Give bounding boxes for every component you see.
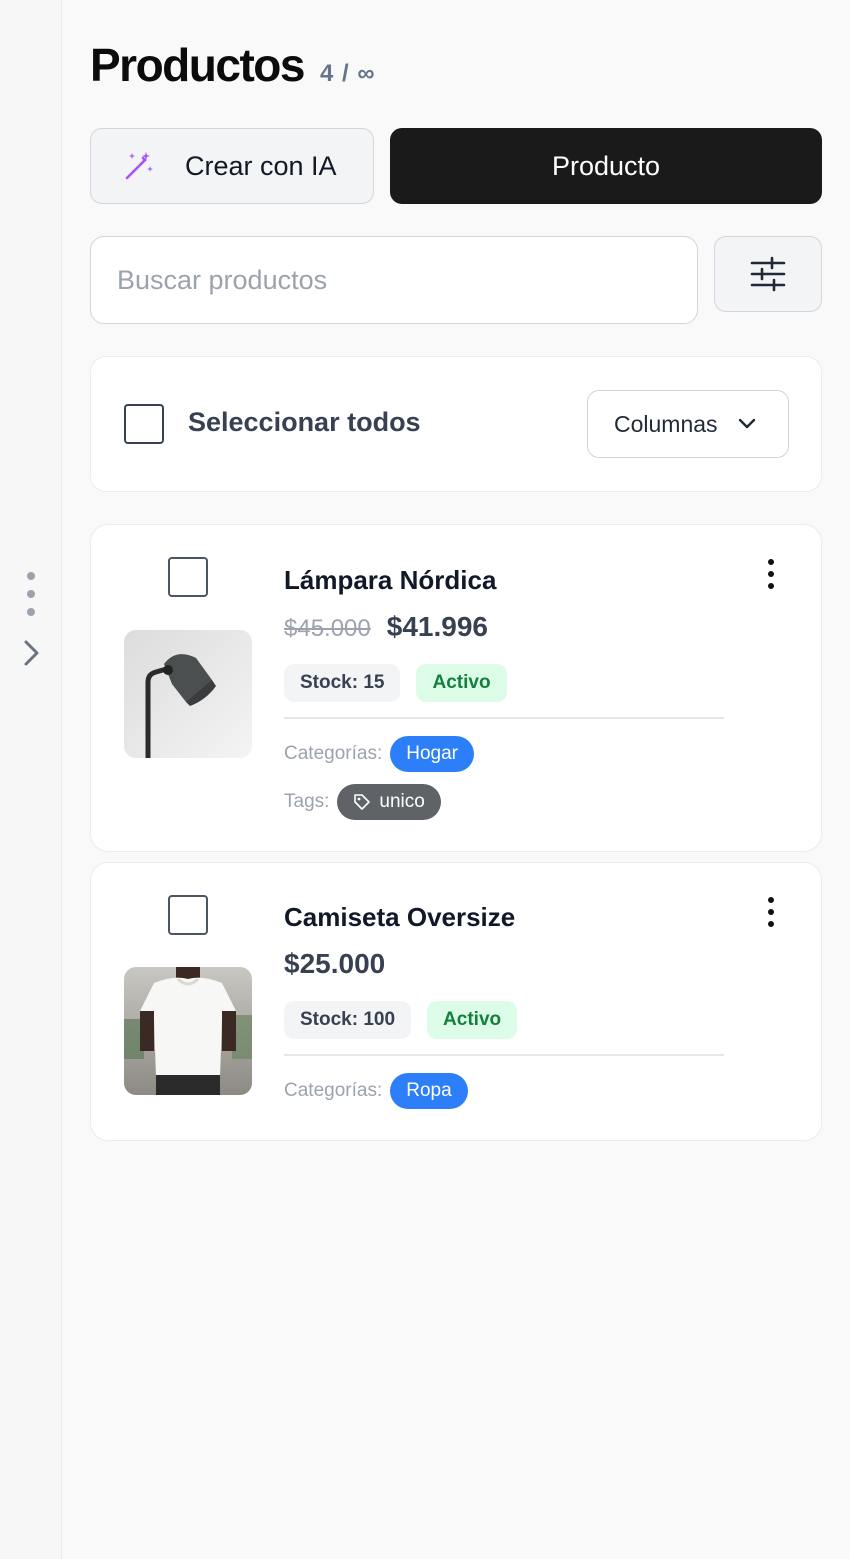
selection-toolbar: Seleccionar todos Columnas	[90, 356, 822, 492]
divider	[284, 1054, 724, 1056]
categories-label: Categorías:	[284, 743, 383, 764]
create-with-ai-label: Crear con IA	[185, 150, 337, 181]
create-with-ai-button[interactable]: Crear con IA	[90, 128, 374, 204]
filter-button[interactable]	[714, 236, 822, 312]
search-input[interactable]	[90, 236, 698, 324]
product-checkbox[interactable]	[168, 557, 208, 597]
side-rail	[0, 0, 62, 1559]
product-image	[124, 967, 252, 1095]
drag-handle-icon[interactable]	[24, 572, 38, 616]
categories-label: Categorías:	[284, 1080, 383, 1101]
price-row: $25.000	[284, 948, 385, 980]
tag-icon	[354, 794, 371, 810]
sliders-icon	[750, 256, 786, 292]
page-title: Productos	[90, 39, 305, 91]
tags-label: Tags:	[284, 791, 330, 812]
tags-row: Tags: unico	[284, 784, 441, 820]
page-header: Productos 4 / ∞	[90, 38, 375, 94]
product-card: Lámpara Nórdica $45.000 $41.996 Stock: 1…	[90, 524, 822, 852]
more-vertical-icon[interactable]	[758, 897, 784, 927]
category-chip[interactable]: Hogar	[390, 736, 474, 772]
tag-label: unico	[379, 791, 425, 812]
chevron-down-icon	[738, 418, 755, 429]
chevron-right-icon[interactable]	[18, 636, 44, 670]
product-image	[124, 630, 252, 758]
original-price: $45.000	[284, 615, 371, 642]
status-badges: Stock: 15 Activo	[284, 664, 507, 702]
more-vertical-icon[interactable]	[758, 559, 784, 589]
status-badges: Stock: 100 Activo	[284, 1001, 518, 1039]
stock-badge: Stock: 100	[284, 1001, 412, 1039]
product-card: Camiseta Oversize $25.000 Stock: 100 Act…	[90, 862, 822, 1141]
categories-row: Categorías: Hogar	[284, 736, 474, 772]
product-name: Lámpara Nórdica	[284, 565, 497, 595]
sale-price: $41.996	[386, 611, 488, 642]
add-product-button[interactable]: Producto	[390, 128, 822, 204]
select-all-checkbox[interactable]	[124, 404, 164, 444]
magic-wand-icon	[125, 152, 153, 180]
stock-badge: Stock: 15	[284, 664, 401, 702]
tag-chip[interactable]: unico	[337, 784, 441, 820]
columns-dropdown[interactable]: Columnas	[587, 390, 789, 458]
product-checkbox[interactable]	[168, 895, 208, 935]
divider	[284, 717, 724, 719]
product-count: 4 / ∞	[319, 60, 376, 87]
category-chip[interactable]: Ropa	[390, 1073, 468, 1109]
product-name: Camiseta Oversize	[284, 902, 516, 932]
price-row: $45.000 $41.996	[284, 611, 488, 643]
categories-row: Categorías: Ropa	[284, 1073, 468, 1109]
price: $25.000	[284, 948, 386, 979]
status-badge: Activo	[416, 664, 507, 702]
select-all-label: Seleccionar todos	[188, 407, 421, 437]
columns-label: Columnas	[614, 410, 718, 437]
status-badge: Activo	[427, 1001, 518, 1039]
